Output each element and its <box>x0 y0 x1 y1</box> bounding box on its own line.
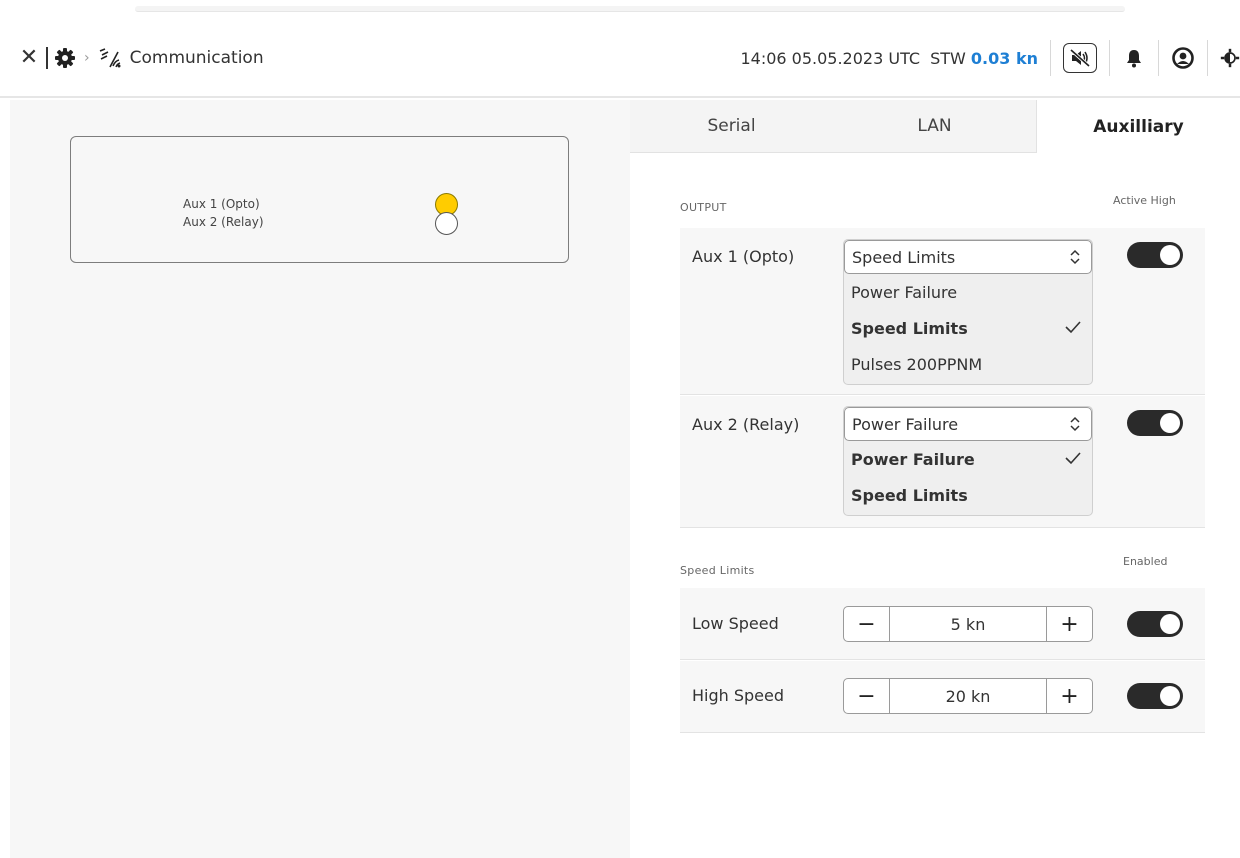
breadcrumb: ✕ › Communication <box>18 44 264 72</box>
output-row-aux1: Aux 1 (Opto) Speed Limits Power Failure … <box>680 228 1205 395</box>
low-speed-decrement-button[interactable]: − <box>844 607 890 641</box>
aux1-option-power-failure[interactable]: Power Failure <box>844 274 1092 310</box>
tab-bar: Serial LAN Auxilliary <box>630 100 1240 153</box>
clock-readout: 14:06 05.05.2023 UTC <box>740 48 921 68</box>
aux1-active-high-toggle[interactable] <box>1127 242 1183 268</box>
aux1-option-speed-limits[interactable]: Speed Limits <box>844 310 1092 346</box>
divider <box>1050 40 1051 76</box>
bell-icon[interactable] <box>1122 46 1146 70</box>
communication-icon <box>98 47 124 69</box>
enabled-column-label: Enabled <box>1123 555 1168 568</box>
aux2-option-power-failure[interactable]: Power Failure <box>844 441 1092 477</box>
divider <box>46 47 48 69</box>
aux2-selected-value: Power Failure <box>852 414 959 434</box>
aux1-option-pulses[interactable]: Pulses 200PPNM <box>844 346 1092 382</box>
high-speed-enabled-toggle[interactable] <box>1127 683 1183 709</box>
stw-readout: STW 0.03 kn <box>930 49 1038 68</box>
aux2-active-high-toggle[interactable] <box>1127 410 1183 436</box>
brightness-icon[interactable] <box>1220 46 1240 70</box>
speed-limits-section-label: Speed Limits <box>680 564 755 577</box>
low-speed-row: Low Speed − 5 kn + <box>680 588 1205 660</box>
divider <box>1158 40 1159 76</box>
high-speed-stepper[interactable]: − 20 kn + <box>843 678 1093 714</box>
high-speed-value[interactable]: 20 kn <box>890 679 1046 713</box>
low-speed-value[interactable]: 5 kn <box>890 607 1046 641</box>
aux1-option-speed-limits-label: Speed Limits <box>851 318 968 338</box>
check-icon <box>1064 319 1082 335</box>
address-bar <box>135 6 1125 12</box>
stw-value: 0.03 kn <box>970 48 1038 68</box>
aux1-selected-value: Speed Limits <box>852 247 956 267</box>
aux2-option-power-failure-label: Power Failure <box>851 449 975 469</box>
high-speed-decrement-button[interactable]: − <box>844 679 890 713</box>
low-speed-label: Low Speed <box>692 614 779 633</box>
gear-icon[interactable] <box>54 47 76 69</box>
settings-panel: Serial LAN Auxilliary OUTPUT Active High… <box>630 100 1240 858</box>
high-speed-row: High Speed − 20 kn + <box>680 661 1205 733</box>
header: ✕ › Communication 14:06 05.05.2023 UTC S… <box>0 18 1240 98</box>
updown-chevron-icon <box>1069 247 1081 267</box>
toggle-knob <box>1160 614 1180 634</box>
mute-icon <box>1068 46 1092 70</box>
aux2-function-select[interactable]: Power Failure Power Failure Speed Limits <box>843 406 1093 516</box>
active-high-column-label: Active High <box>1113 194 1176 207</box>
divider <box>1109 40 1110 76</box>
aux1-status-label: Aux 1 (Opto) <box>183 197 260 211</box>
aux1-select-value[interactable]: Speed Limits <box>844 240 1092 274</box>
output-section-label: OUTPUT <box>680 201 727 214</box>
low-speed-enabled-toggle[interactable] <box>1127 611 1183 637</box>
device-preview-panel: Aux 1 (Opto) Aux 2 (Relay) <box>10 100 630 858</box>
status-bar: 14:06 05.05.2023 UTC STW 0.03 kn <box>740 36 1240 80</box>
breadcrumb-current[interactable]: Communication <box>130 48 264 68</box>
window-top-strip <box>0 0 1240 18</box>
high-speed-increment-button[interactable]: + <box>1046 679 1092 713</box>
output-row-label: Aux 1 (Opto) <box>692 247 795 266</box>
output-row-aux2: Aux 2 (Relay) Power Failure Power Failur… <box>680 396 1205 528</box>
toggle-knob <box>1160 245 1180 265</box>
divider <box>1207 40 1208 76</box>
aux2-status-label: Aux 2 (Relay) <box>183 215 264 229</box>
user-icon[interactable] <box>1171 46 1195 70</box>
aux1-function-select[interactable]: Speed Limits Power Failure Speed Limits … <box>843 239 1093 385</box>
tab-auxilliary[interactable]: Auxilliary <box>1036 100 1240 153</box>
check-icon <box>1064 450 1082 466</box>
toggle-knob <box>1160 686 1180 706</box>
tab-lan[interactable]: LAN <box>833 100 1036 153</box>
close-icon[interactable]: ✕ <box>18 47 40 69</box>
updown-chevron-icon <box>1069 414 1081 434</box>
stw-label: STW <box>930 48 966 68</box>
aux2-status-led <box>435 212 458 235</box>
mute-button[interactable] <box>1063 43 1097 73</box>
aux2-option-speed-limits[interactable]: Speed Limits <box>844 477 1092 513</box>
high-speed-label: High Speed <box>692 686 785 705</box>
output-row-label: Aux 2 (Relay) <box>692 415 800 434</box>
chevron-right-icon: › <box>84 50 90 66</box>
toggle-knob <box>1160 413 1180 433</box>
low-speed-increment-button[interactable]: + <box>1046 607 1092 641</box>
aux-status-box: Aux 1 (Opto) Aux 2 (Relay) <box>70 136 569 263</box>
tab-serial[interactable]: Serial <box>630 100 833 153</box>
aux2-select-value[interactable]: Power Failure <box>844 407 1092 441</box>
low-speed-stepper[interactable]: − 5 kn + <box>843 606 1093 642</box>
